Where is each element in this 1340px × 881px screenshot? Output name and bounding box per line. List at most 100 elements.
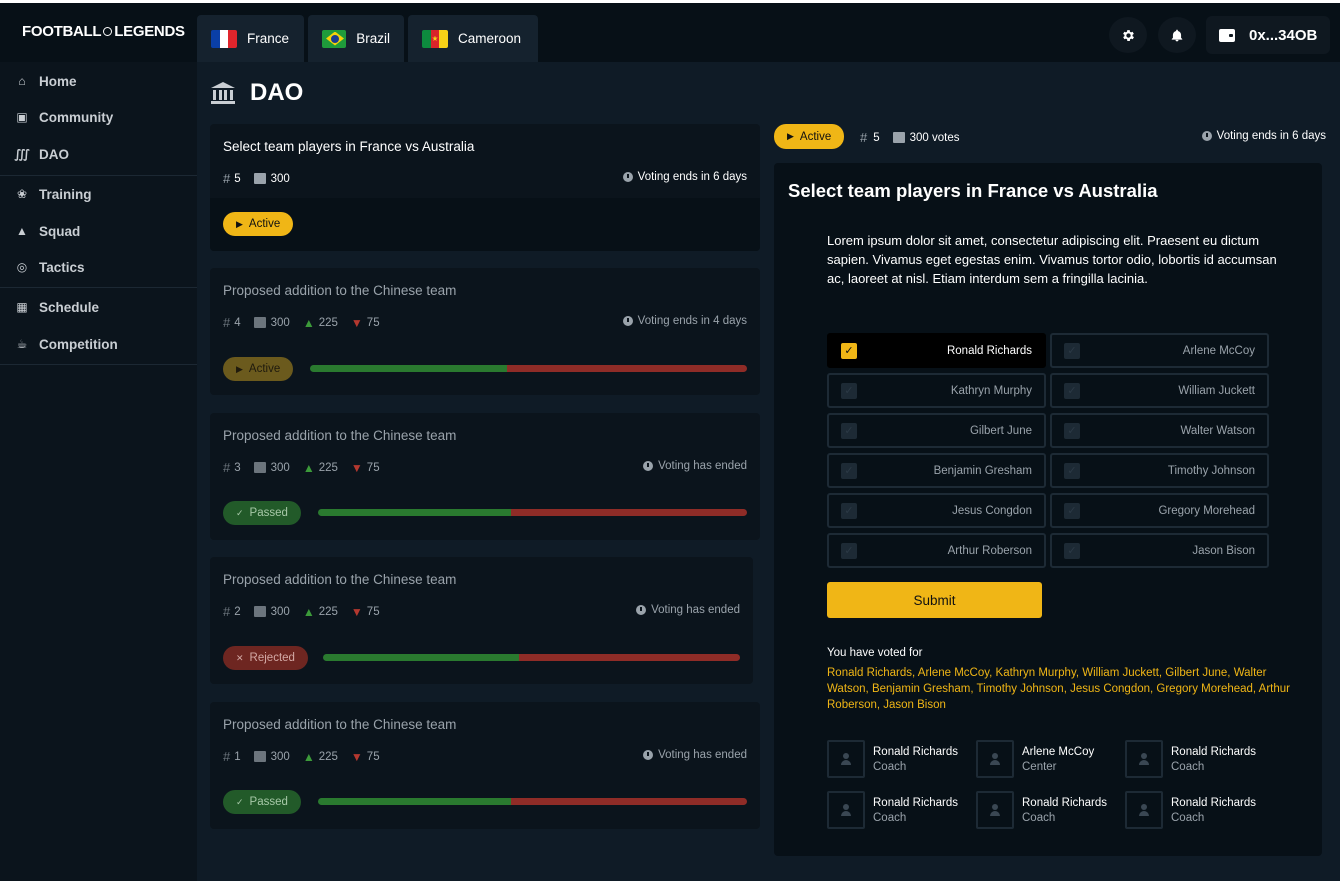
proposal-title: Select team players in France vs Austral… — [223, 139, 475, 154]
hash-icon: # — [223, 604, 231, 619]
checkbox-icon[interactable]: ✓ — [841, 502, 857, 519]
detail-status-badge: ▶ Active — [774, 124, 845, 149]
hash-icon: # — [223, 171, 231, 186]
hash-icon: # — [223, 749, 231, 764]
voted-label: You have voted for — [827, 647, 923, 659]
proposal-meta: #4 300 ▲ 225 ▼ 75 — [223, 315, 380, 330]
checkbox-icon[interactable]: ✓ — [1064, 502, 1080, 519]
player-option[interactable]: ✓ Timothy Johnson — [1050, 453, 1269, 488]
player-option[interactable]: ✓ Kathryn Murphy — [827, 373, 1046, 408]
sidebar-item-home[interactable]: ⌂ Home — [0, 64, 197, 98]
detail-description: Lorem ipsum dolor sit amet, consectetur … — [827, 233, 1277, 286]
bank-icon — [211, 82, 235, 104]
player-option[interactable]: ✓ Arthur Roberson — [827, 533, 1046, 568]
checkbox-icon[interactable]: ✓ — [841, 382, 857, 399]
player-option[interactable]: ✓ Ronald Richards — [827, 333, 1046, 368]
proposal-card[interactable]: Proposed addition to the Chinese team #3… — [210, 413, 760, 540]
checkbox-icon[interactable]: ✓ — [841, 422, 857, 439]
status-badge: ▶ Active — [223, 212, 294, 236]
staff-card[interactable]: Arlene McCoy Center — [976, 740, 1116, 778]
proposal-card[interactable]: Proposed addition to the Chinese team #1… — [210, 702, 760, 829]
staff-card[interactable]: Ronald Richards Coach — [827, 740, 967, 778]
status-badge: ✕ Rejected — [223, 646, 308, 670]
proposal-title: Proposed addition to the Chinese team — [223, 572, 457, 587]
yes-share — [323, 654, 519, 661]
player-option[interactable]: ✓ Walter Watson — [1050, 413, 1269, 448]
proposal-detail-panel: Select team players in France vs Austral… — [774, 163, 1322, 856]
vote-progress-bar — [310, 365, 747, 372]
sidebar-item-tactics[interactable]: ◎ Tactics — [0, 250, 197, 284]
check-icon: ✓ — [236, 796, 244, 807]
staff-card[interactable]: Ronald Richards Coach — [976, 791, 1116, 829]
player-option[interactable]: ✓ Jesus Congdon — [827, 493, 1046, 528]
checkbox-icon[interactable]: ✓ — [1064, 462, 1080, 479]
submit-button[interactable]: Submit — [827, 582, 1042, 618]
avatar — [1125, 791, 1163, 829]
play-icon: ▶ — [236, 218, 243, 229]
player-option[interactable]: ✓ Jason Bison — [1050, 533, 1269, 568]
sidebar-item-squad[interactable]: ▲ Squad — [0, 214, 197, 248]
checkbox-icon[interactable]: ✓ — [1064, 342, 1080, 359]
shirt-icon: ▲ — [16, 224, 28, 238]
proposal-card[interactable]: Proposed addition to the Chinese team #2… — [210, 557, 753, 684]
checkbox-icon[interactable]: ✓ — [1064, 382, 1080, 399]
staff-card[interactable]: Ronald Richards Coach — [1125, 791, 1265, 829]
chart-icon — [892, 132, 905, 143]
user-icon — [841, 804, 851, 816]
voted-list: Ronald Richards, Arlene McCoy, Kathryn M… — [827, 667, 1290, 711]
vote-progress-bar — [323, 654, 740, 661]
bank-icon: ∭ — [14, 147, 30, 161]
app-logo[interactable]: FOOTBALL LEGENDS — [22, 23, 185, 40]
wallet-button[interactable]: 0x...34OB — [1206, 16, 1330, 54]
player-option[interactable]: ✓ Benjamin Gresham — [827, 453, 1046, 488]
checkbox-icon[interactable]: ✓ — [841, 462, 857, 479]
chart-icon — [253, 317, 266, 328]
thumbs-down-icon: ▼ — [350, 460, 363, 475]
tab-france[interactable]: France — [197, 15, 304, 62]
play-icon: ▶ — [787, 131, 794, 141]
chart-icon — [253, 462, 266, 473]
sidebar-item-schedule[interactable]: ▦ Schedule — [0, 290, 197, 324]
tab-cameroon[interactable]: Cameroon — [408, 15, 538, 62]
settings-button[interactable] — [1109, 17, 1147, 53]
sidebar-item-dao[interactable]: ∭ DAO — [0, 137, 197, 171]
proposal-card[interactable]: Proposed addition to the Chinese team #4… — [210, 268, 760, 395]
staff-card[interactable]: Ronald Richards Coach — [827, 791, 967, 829]
checkbox-checked-icon[interactable]: ✓ — [841, 342, 857, 359]
proposal-footer: ▶ Active — [210, 198, 760, 251]
sidebar-item-community[interactable]: ▣ Community — [0, 100, 197, 134]
ball-icon — [103, 27, 113, 37]
notifications-button[interactable] — [1158, 17, 1196, 53]
staff-card[interactable]: Ronald Richards Coach — [1125, 740, 1265, 778]
thumbs-up-icon: ▲ — [302, 749, 315, 764]
vote-progress-bar — [318, 509, 747, 516]
hash-icon: # — [860, 130, 868, 145]
vote-progress-bar — [318, 798, 747, 805]
sidebar-item-training[interactable]: ❀ Training — [0, 177, 197, 211]
community-icon: ▣ — [16, 110, 28, 124]
player-option[interactable]: ✓ Gregory Morehead — [1050, 493, 1269, 528]
tab-brazil[interactable]: Brazil — [308, 15, 404, 62]
proposal-card[interactable]: Select team players in France vs Austral… — [210, 124, 760, 251]
player-option[interactable]: ✓ William Juckett — [1050, 373, 1269, 408]
yes-share — [310, 365, 507, 372]
user-icon — [1139, 753, 1149, 765]
home-icon: ⌂ — [18, 74, 26, 88]
checkbox-icon[interactable]: ✓ — [1064, 542, 1080, 559]
clock-icon — [636, 605, 647, 615]
checkbox-icon[interactable]: ✓ — [841, 542, 857, 559]
sidebar-item-competition[interactable]: ☕ Competition — [0, 327, 197, 361]
chart-icon — [253, 606, 266, 617]
thumbs-down-icon: ▼ — [350, 749, 363, 764]
proposal-title: Proposed addition to the Chinese team — [223, 283, 457, 298]
player-option[interactable]: ✓ Gilbert June — [827, 413, 1046, 448]
clock-icon — [1201, 131, 1212, 141]
voting-deadline: Voting ends in 4 days — [622, 315, 747, 327]
chart-icon — [253, 173, 266, 184]
checkbox-icon[interactable]: ✓ — [1064, 422, 1080, 439]
clock-icon — [643, 461, 654, 471]
detail-meta: #5 300 votes — [860, 130, 960, 145]
thumbs-up-icon: ▲ — [302, 315, 315, 330]
clock-icon — [622, 316, 633, 326]
player-option[interactable]: ✓ Arlene McCoy — [1050, 333, 1269, 368]
